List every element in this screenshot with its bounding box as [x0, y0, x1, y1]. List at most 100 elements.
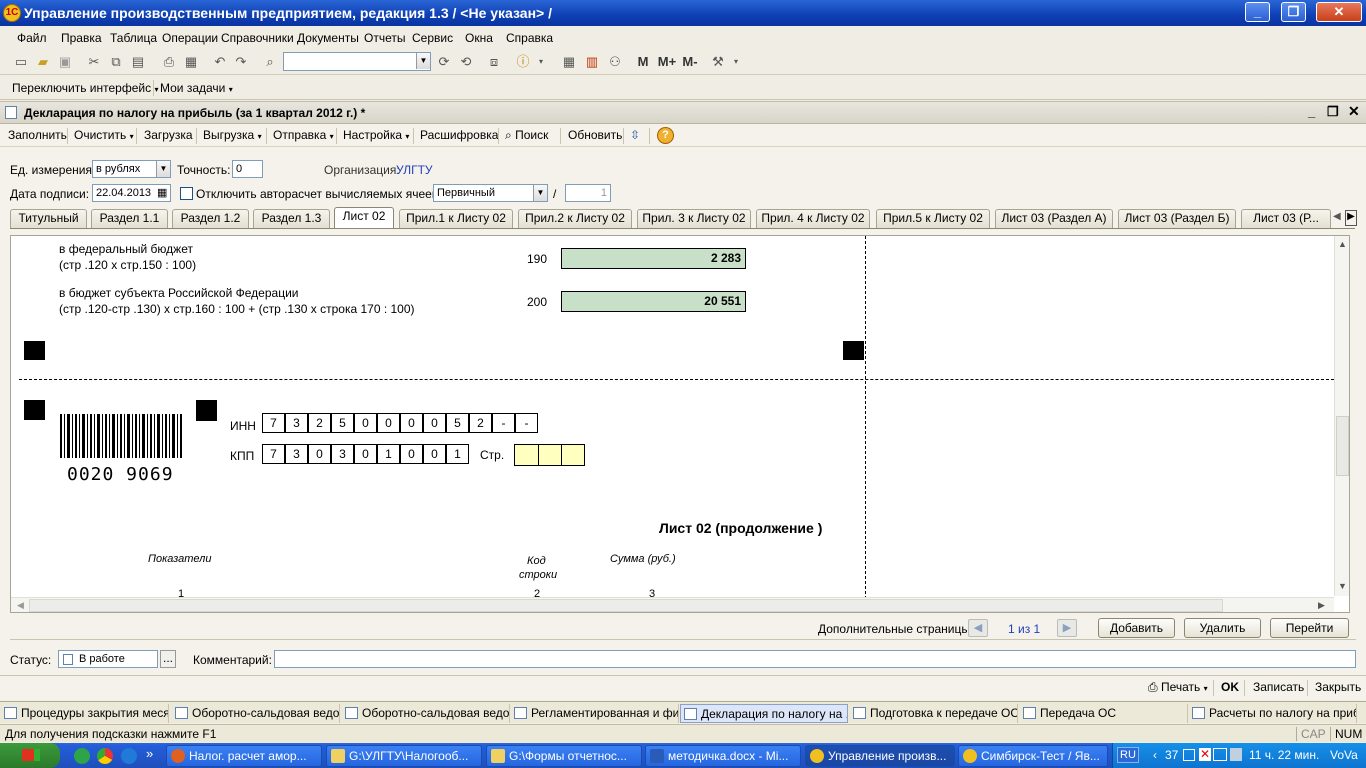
redo-icon[interactable]: ↷	[232, 53, 250, 71]
row190-value-cell[interactable]: 2 283	[561, 248, 746, 269]
task-button[interactable]: методичка.docx - Mi...	[645, 745, 801, 767]
find-prev-icon[interactable]: ⟲	[457, 53, 475, 71]
start-button[interactable]	[0, 743, 60, 768]
kind-dropdown-icon[interactable]: ▼	[533, 185, 547, 201]
ok-button[interactable]: OK	[1221, 680, 1239, 694]
chrome-icon[interactable]	[97, 748, 113, 764]
inn-cell[interactable]: 2	[308, 413, 331, 433]
menu-table[interactable]: Таблица	[110, 31, 157, 45]
kpp-cell[interactable]: 1	[446, 444, 469, 464]
search-icon[interactable]: ⌕	[261, 53, 279, 71]
tab-scroll-left-icon[interactable]: ◀	[1333, 211, 1341, 222]
task-button[interactable]: Симбирск-Тест / Яв...	[958, 745, 1108, 767]
decode-button[interactable]: Расшифровка	[420, 128, 498, 142]
goto-page-button[interactable]: Перейти	[1270, 618, 1349, 638]
add-page-button[interactable]: Добавить	[1098, 618, 1175, 638]
tab-section-1-3[interactable]: Раздел 1.3	[253, 209, 330, 228]
window-tab[interactable]: Процедуры закрытия меся...	[1, 704, 169, 723]
copy-icon[interactable]: ⧉	[107, 53, 125, 71]
fill-button[interactable]: Заполнить	[8, 128, 67, 142]
minimize-button[interactable]: _	[1245, 2, 1270, 22]
menu-edit[interactable]: Правка	[61, 31, 102, 45]
quicklaunch-icon[interactable]	[121, 748, 137, 764]
status-select-button[interactable]: ...	[160, 650, 176, 668]
vertical-scrollbar[interactable]: ▲ ▼	[1334, 236, 1349, 596]
menu-operations[interactable]: Операции	[162, 31, 218, 45]
search-dropdown-icon[interactable]: ▼	[416, 53, 430, 69]
clear-button[interactable]: Очистить ▾	[74, 128, 134, 142]
task-button[interactable]: G:\Формы отчетнос...	[486, 745, 642, 767]
inn-cell[interactable]: -	[492, 413, 515, 433]
tray-warning-icon[interactable]: ✕	[1199, 748, 1211, 761]
tray-chevron-icon[interactable]: ‹	[1153, 748, 1157, 762]
window-tab[interactable]: Расчеты по налогу на приб...	[1189, 704, 1357, 723]
settings-button[interactable]: Настройка ▾	[343, 128, 409, 142]
new-icon[interactable]: ▭	[12, 53, 30, 71]
tab-sheet03-more[interactable]: Лист 03 (Р...	[1241, 209, 1331, 228]
scroll-right-icon[interactable]: ▶	[1318, 600, 1325, 611]
volume-icon[interactable]	[1230, 748, 1242, 761]
doc-restore-icon[interactable]: ❐	[1327, 104, 1339, 120]
task-button[interactable]: G:\УЛГТУ\Налогооб...	[326, 745, 482, 767]
tab-sheet03-a[interactable]: Лист 03 (Раздел А)	[995, 209, 1113, 228]
task-button-active[interactable]: Управление произв...	[805, 745, 955, 767]
tools-icon[interactable]: ⚒	[709, 53, 727, 71]
window-tab[interactable]: Подготовка к передаче ОС	[850, 704, 1018, 723]
tab-scroll-right-icon[interactable]: ▶	[1345, 210, 1357, 226]
my-tasks-button[interactable]: Мои задачи ▾	[160, 81, 233, 95]
delete-page-button[interactable]: Удалить	[1184, 618, 1261, 638]
tab-app3-sheet02[interactable]: Прил. 3 к Листу 02	[637, 209, 751, 228]
scroll-up-icon[interactable]: ▲	[1338, 239, 1347, 249]
organization-link[interactable]: УЛГТУ	[396, 163, 433, 177]
kpp-cell[interactable]: 0	[423, 444, 446, 464]
print-icon[interactable]: ⎙	[160, 53, 178, 71]
inn-cell[interactable]: 0	[423, 413, 446, 433]
cut-icon[interactable]: ✂	[85, 53, 103, 71]
tab-sheet03-b[interactable]: Лист 03 (Раздел Б)	[1118, 209, 1236, 228]
kpp-cell[interactable]: 3	[331, 444, 354, 464]
load-button[interactable]: Загрузка	[144, 128, 193, 142]
more-icon[interactable]: »	[146, 746, 153, 761]
tab-app4-sheet02[interactable]: Прил. 4 к Листу 02	[756, 209, 870, 228]
inn-cell[interactable]: 0	[354, 413, 377, 433]
search-input[interactable]	[283, 52, 431, 71]
maximize-button[interactable]: ❐	[1281, 2, 1306, 22]
inn-cell[interactable]: -	[515, 413, 538, 433]
doc-close-icon[interactable]: ✕	[1348, 103, 1360, 120]
calculator-icon[interactable]: ▦	[560, 53, 578, 71]
tab-title[interactable]: Титульный	[10, 209, 87, 228]
kpp-cell[interactable]: 0	[400, 444, 423, 464]
kpp-cell[interactable]: 1	[377, 444, 400, 464]
task-button[interactable]: Налог. расчет амор...	[166, 745, 322, 767]
scroll-down-icon[interactable]: ▼	[1338, 581, 1347, 591]
status-field[interactable]: В работе	[58, 650, 158, 668]
save-doc-button[interactable]: Записать	[1253, 680, 1304, 694]
row200-value-cell[interactable]: 20 551	[561, 291, 746, 312]
find-button[interactable]: ⌕ Поиск	[505, 128, 548, 143]
hscroll-thumb[interactable]	[29, 599, 1223, 612]
inn-cell[interactable]: 3	[285, 413, 308, 433]
tab-sheet-02[interactable]: Лист 02	[334, 207, 394, 228]
window-tab[interactable]: Передача ОС	[1020, 704, 1188, 723]
send-button[interactable]: Отправка ▾	[273, 128, 334, 142]
tools-dropdown-icon[interactable]: ▾	[727, 53, 745, 71]
users-icon[interactable]: ⚇	[606, 53, 624, 71]
paste-icon[interactable]: ▤	[129, 53, 147, 71]
language-indicator[interactable]: RU	[1117, 747, 1139, 763]
kpp-cell[interactable]: 0	[308, 444, 331, 464]
window-tab[interactable]: Оборотно-сальдовая ведо...	[342, 704, 510, 723]
next-page-icon[interactable]: ▶	[1057, 619, 1077, 637]
kpp-cell[interactable]: 0	[354, 444, 377, 464]
calendar-pick-icon[interactable]: ▦	[157, 186, 167, 199]
comment-input[interactable]	[274, 650, 1356, 668]
switch-interface-button[interactable]: Переключить интерфейс ▾	[12, 81, 158, 95]
prev-page-icon[interactable]: ◀	[968, 619, 988, 637]
window-tab[interactable]: Оборотно-сальдовая ведо...	[172, 704, 340, 723]
expand-icon[interactable]: ⇳	[630, 128, 640, 142]
preview-icon[interactable]: ▦	[182, 53, 200, 71]
memory-button[interactable]: M	[634, 53, 652, 71]
tab-section-1-2[interactable]: Раздел 1.2	[172, 209, 249, 228]
quicklaunch-icon[interactable]	[74, 748, 90, 764]
inn-cell[interactable]: 5	[446, 413, 469, 433]
tab-section-1-1[interactable]: Раздел 1.1	[91, 209, 168, 228]
